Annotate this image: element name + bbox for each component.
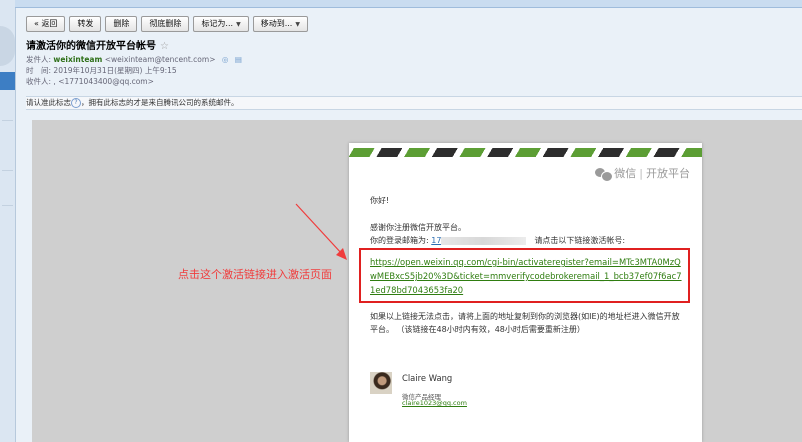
annotation-text: 点击这个激活链接进入激活页面 xyxy=(178,268,332,281)
arrow-shaft xyxy=(295,203,344,256)
annotation-arrow xyxy=(295,203,347,260)
